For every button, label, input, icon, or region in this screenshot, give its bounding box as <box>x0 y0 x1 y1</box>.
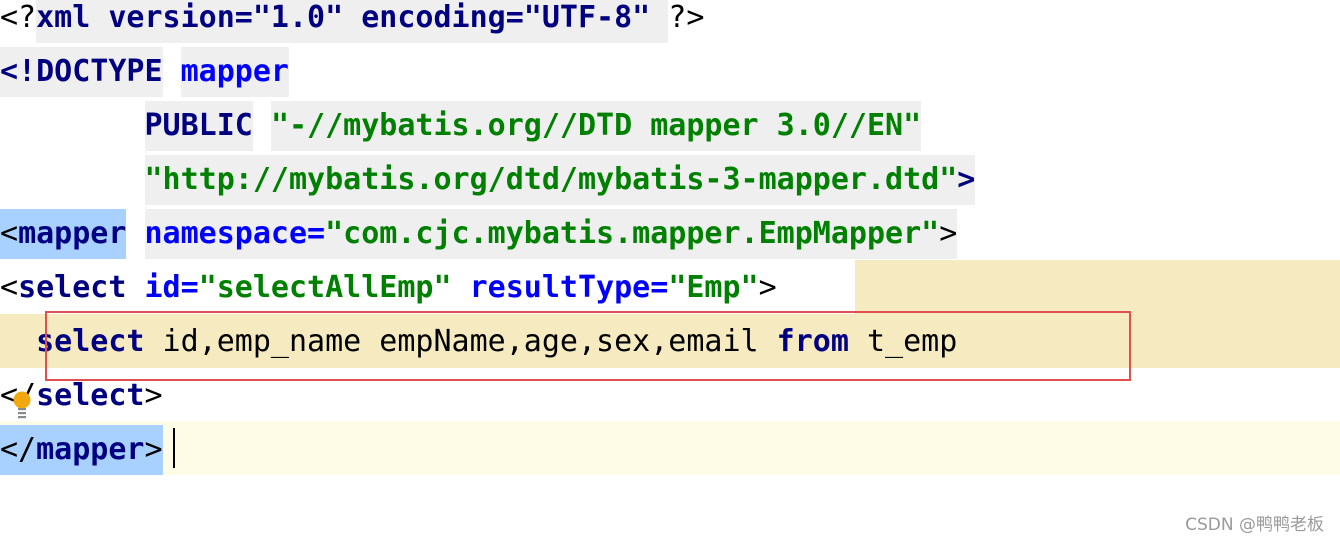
mapper-close-end: > <box>144 425 163 475</box>
mapper-open-bracket: < <box>0 209 19 259</box>
mapper-open-close: > <box>939 209 958 259</box>
code-line-public-id: PUBLIC "-//mybatis.org//DTD mapper 3.0//… <box>0 99 922 153</box>
doctype-close: > <box>957 155 976 205</box>
select-line-band <box>855 260 1340 314</box>
select-open-tag: select <box>18 270 127 305</box>
result-type-value: "Emp" <box>668 270 759 305</box>
prolog-open: <? <box>0 0 37 35</box>
public-id-string: "-//mybatis.org//DTD mapper 3.0//EN" <box>270 101 922 151</box>
code-line-select-open: <select id="selectAllEmp" resultType="Em… <box>0 261 777 315</box>
prolog-close: ?> <box>668 0 705 35</box>
namespace-value: "com.cjc.mybatis.mapper.EmpMapper" <box>325 209 940 259</box>
code-line-mapper-open: <mapper namespace="com.cjc.mybatis.mappe… <box>0 207 958 261</box>
text-cursor <box>173 428 175 468</box>
public-keyword: PUBLIC <box>144 101 253 151</box>
code-line-xml-declaration: <?xml version="1.0" encoding="UTF-8" ?> <box>0 0 704 45</box>
mapper-close-tag: mapper <box>36 425 145 475</box>
xml-declaration: xml version="1.0" encoding="UTF-8" <box>36 0 669 43</box>
watermark: CSDN @鸭鸭老板 <box>1185 515 1324 535</box>
doctype-name: mapper <box>180 47 289 97</box>
id-value: "selectAllEmp" <box>198 270 452 305</box>
mapper-open-tag: mapper <box>18 209 127 259</box>
sql-highlight-box <box>45 311 1131 381</box>
select-open-bracket: < <box>0 270 19 305</box>
current-line-band <box>0 421 1340 475</box>
code-line-mapper-close: </mapper> <box>0 423 163 477</box>
id-attribute: id= <box>144 270 199 305</box>
mapper-close-bracket: </ <box>0 425 37 475</box>
code-line-doctype: <!DOCTYPE mapper <box>0 45 289 99</box>
namespace-attribute: namespace= <box>144 209 326 259</box>
system-id-string: "http://mybatis.org/dtd/mybatis-3-mapper… <box>144 155 958 205</box>
doctype-open: <!DOCTYPE <box>0 47 163 97</box>
result-type-attribute: resultType= <box>469 270 669 305</box>
code-editor[interactable]: <?xml version="1.0" encoding="UTF-8" ?> … <box>0 0 1340 543</box>
lightbulb-icon[interactable] <box>11 390 33 420</box>
code-line-system-id: "http://mybatis.org/dtd/mybatis-3-mapper… <box>0 153 976 207</box>
select-open-close: > <box>758 270 777 305</box>
